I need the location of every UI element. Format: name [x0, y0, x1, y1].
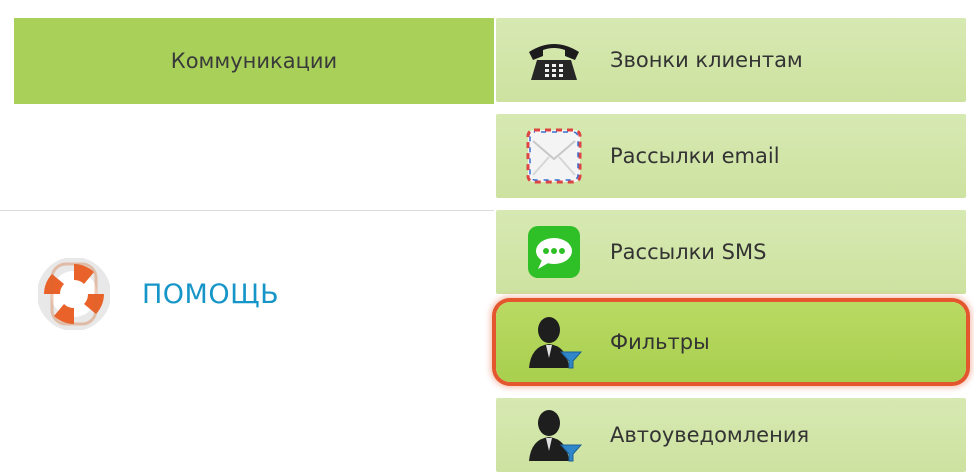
- menu-item-label: Рассылки SMS: [610, 240, 767, 264]
- sms-chat-icon: [524, 222, 584, 282]
- menu-item-label: Фильтры: [610, 330, 710, 354]
- menu-item-client-calls[interactable]: Звонки клиентам: [496, 18, 966, 102]
- section-header-communications[interactable]: Коммуникации: [14, 18, 494, 104]
- help-link[interactable]: ПОМОЩЬ: [38, 258, 279, 330]
- help-label: ПОМОЩЬ: [142, 278, 280, 310]
- envelope-icon: [524, 126, 584, 186]
- lifebuoy-icon: [38, 258, 110, 330]
- user-filter-icon: [524, 405, 584, 465]
- divider: [0, 210, 494, 211]
- menu-item-email-campaigns[interactable]: Рассылки email: [496, 114, 966, 198]
- submenu: Звонки клиентам Рассылки email Рассылки: [494, 18, 972, 472]
- menu-item-label: Рассылки email: [610, 144, 780, 168]
- section-header-label: Коммуникации: [170, 49, 338, 73]
- telephone-icon: [524, 30, 584, 90]
- menu-item-filters[interactable]: Фильтры: [496, 302, 966, 382]
- menu-item-auto-notifications[interactable]: Автоуведомления: [496, 398, 966, 472]
- menu-item-label: Автоуведомления: [610, 423, 810, 447]
- user-filter-icon: [524, 312, 584, 372]
- menu-item-label: Звонки клиентам: [610, 48, 803, 72]
- menu-item-sms-campaigns[interactable]: Рассылки SMS: [496, 210, 966, 294]
